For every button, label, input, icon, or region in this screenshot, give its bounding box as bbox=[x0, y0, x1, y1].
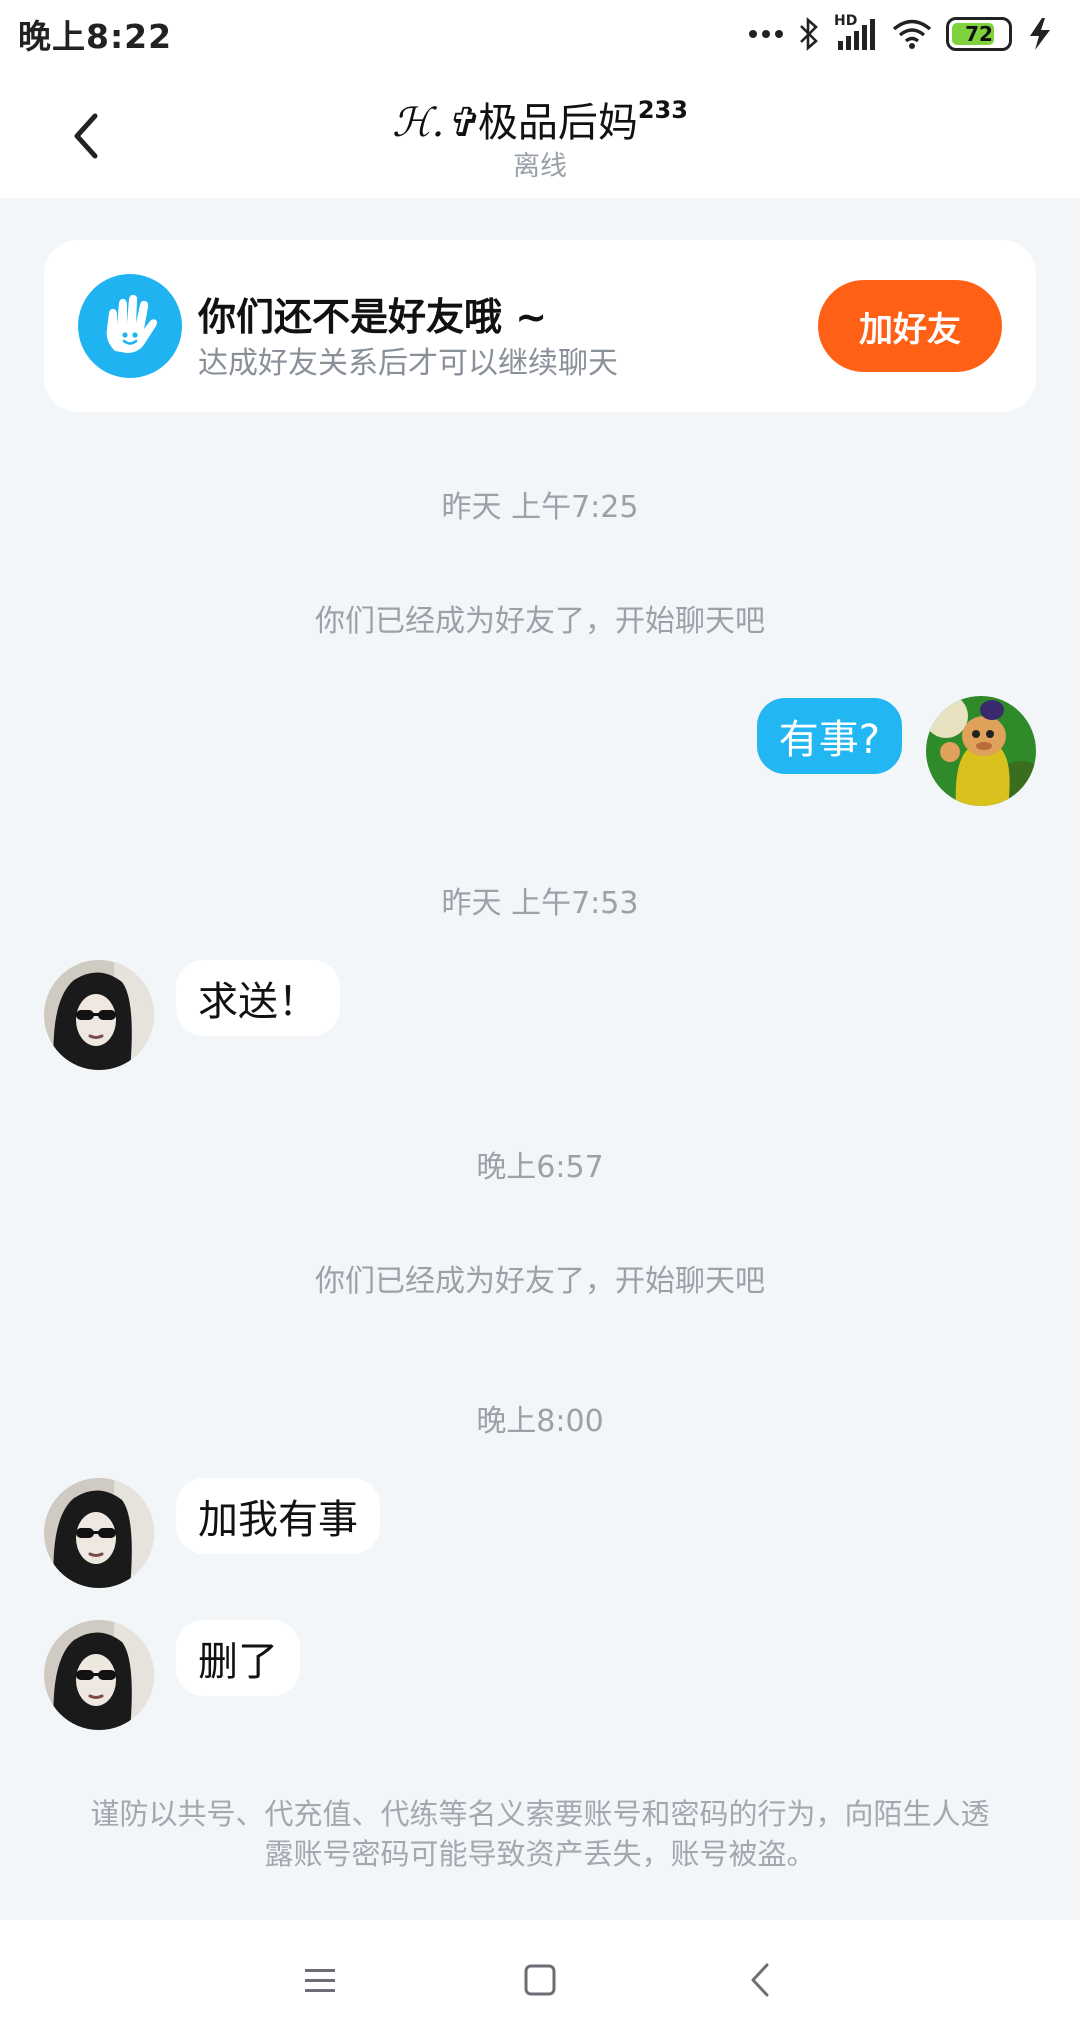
status-time: 晚上8:22 bbox=[18, 17, 173, 56]
charging-icon bbox=[1030, 18, 1050, 50]
cellular-signal-icon bbox=[838, 19, 875, 50]
status-icons: HD 72 bbox=[748, 13, 1054, 51]
message-bubble-incoming[interactable]: 求送！ bbox=[176, 960, 340, 1036]
menu-icon bbox=[305, 1969, 335, 1992]
timestamp: 昨天 上午7:25 bbox=[441, 490, 639, 525]
system-message: 你们已经成为好友了，开始聊天吧 bbox=[315, 1264, 765, 1299]
wifi-icon bbox=[892, 19, 932, 49]
contact-name-main: 极品后妈 bbox=[477, 100, 638, 146]
waving-hand-icon bbox=[78, 274, 182, 378]
security-warning: 谨防以共号、代充值、代练等名义索要账号和密码的行为，向陌生人透露账号密码可能导致… bbox=[90, 1797, 990, 1871]
contact-name-flair: ℋ.✞ bbox=[392, 100, 478, 146]
contact-name: ℋ.✞极品后妈233 bbox=[0, 90, 1080, 148]
add-friend-button[interactable]: 加好友 bbox=[818, 280, 1002, 372]
battery-indicator: 72 bbox=[946, 17, 1012, 51]
notice-title: 你们还不是好友哦 ~ bbox=[198, 295, 548, 339]
battery-level: 72 bbox=[965, 22, 993, 46]
contact-avatar[interactable] bbox=[44, 1478, 154, 1588]
timestamp: 昨天 上午7:53 bbox=[441, 886, 639, 921]
not-friends-notice: 你们还不是好友哦 ~ 达成好友关系后才可以继续聊天 加好友 bbox=[44, 240, 1036, 412]
menu-button[interactable] bbox=[290, 1950, 350, 2010]
notice-subtitle: 达成好友关系后才可以继续聊天 bbox=[198, 346, 618, 381]
home-icon bbox=[524, 1964, 556, 1996]
system-message: 你们已经成为好友了，开始聊天吧 bbox=[315, 604, 765, 639]
status-bar: 晚上8:22 HD 72 bbox=[0, 0, 1080, 68]
contact-status: 离线 bbox=[513, 151, 567, 182]
bluetooth-icon bbox=[800, 17, 818, 51]
contact-avatar[interactable] bbox=[44, 960, 154, 1070]
back-icon bbox=[751, 1963, 769, 1997]
timestamp: 晚上8:00 bbox=[476, 1404, 604, 1439]
contact-avatar[interactable] bbox=[44, 1620, 154, 1730]
system-back-button[interactable] bbox=[730, 1950, 790, 2010]
message-bubble-incoming[interactable]: 加我有事 bbox=[176, 1478, 380, 1554]
chat-header: ℋ.✞极品后妈233 离线 bbox=[0, 68, 1080, 198]
more-dots-icon bbox=[749, 30, 783, 38]
message-bubble-incoming[interactable]: 删了 bbox=[176, 1620, 300, 1696]
my-avatar[interactable] bbox=[926, 696, 1036, 806]
signal-indicator: HD bbox=[834, 13, 878, 51]
contact-name-sup: 233 bbox=[637, 96, 688, 124]
home-button[interactable] bbox=[510, 1950, 570, 2010]
message-bubble-outgoing[interactable]: 有事? bbox=[756, 698, 902, 774]
system-nav-bar bbox=[0, 1920, 1080, 2040]
timestamp: 晚上6:57 bbox=[476, 1150, 604, 1185]
